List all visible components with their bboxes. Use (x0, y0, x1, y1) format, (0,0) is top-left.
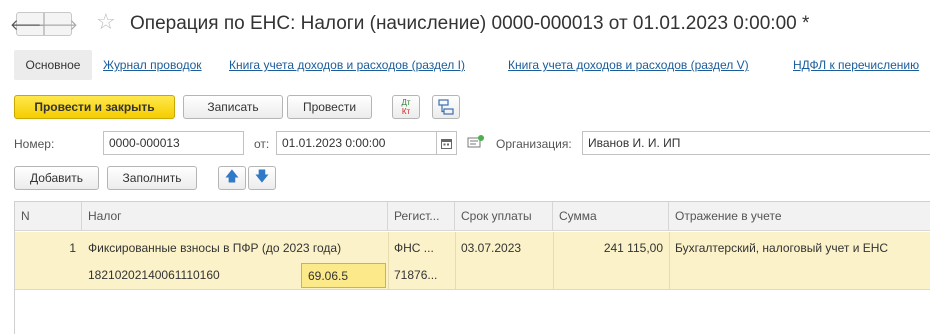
tab-main[interactable]: Основное (14, 50, 92, 80)
add-row-button[interactable]: Добавить (14, 166, 99, 190)
col-header-amount[interactable]: Сумма (553, 202, 669, 231)
calendar-button[interactable] (437, 131, 457, 155)
col-header-due-date[interactable]: Срок уплаты (455, 202, 553, 231)
fill-button[interactable]: Заполнить (107, 166, 197, 190)
dt-kt-icon: Дт Кт (401, 98, 411, 116)
tab-link-book-section-1[interactable]: Книга учета доходов и расходов (раздел I… (229, 58, 465, 72)
col-header-tax[interactable]: Налог (82, 202, 388, 231)
post-button[interactable]: Провести (287, 95, 372, 119)
row-kbk[interactable]: 18210202140061110160 (82, 263, 292, 289)
document-title: Операция по ЕНС: Налоги (начисление) 000… (130, 13, 810, 34)
tab-link-journal[interactable]: Журнал проводок (103, 58, 202, 72)
number-label: Номер: (14, 137, 55, 151)
organization-label: Организация: (496, 137, 572, 151)
row-registrator[interactable]: ФНС ... (388, 236, 455, 262)
number-field[interactable]: 0000-000013 (103, 131, 244, 155)
date-label: от: (254, 137, 270, 151)
table-header: N Налог Регист... Срок уплаты Сумма Отра… (15, 202, 930, 231)
save-button[interactable]: Записать (183, 95, 283, 119)
tab-link-book-section-5[interactable]: Книга учета доходов и расходов (раздел V… (508, 58, 749, 72)
arrow-right-icon: 🡒 (37, 16, 79, 34)
col-header-n[interactable]: N (15, 202, 82, 231)
row-due-date[interactable]: 03.07.2023 (455, 236, 553, 262)
calendar-icon (441, 138, 452, 149)
forward-button[interactable]: 🡒 (38, 12, 78, 36)
move-down-button[interactable]: 🡇 (248, 166, 276, 190)
row-number: 1 (69, 241, 76, 255)
row-registrator-code[interactable]: 71876... (388, 263, 455, 289)
col-header-reflection[interactable]: Отражение в учете (669, 202, 930, 231)
structure-button[interactable] (432, 95, 460, 119)
arrow-down-icon: 🡇 (254, 168, 270, 184)
arrow-up-icon: 🡅 (224, 168, 240, 184)
row-reflection[interactable]: Бухгалтерский, налоговый учет и ЕНС (669, 236, 930, 262)
row-amount[interactable]: 241 115,00 (553, 236, 669, 262)
move-up-button[interactable]: 🡅 (218, 166, 246, 190)
post-and-close-button[interactable]: Провести и закрыть (14, 95, 175, 119)
row-account-input[interactable]: 69.06.5 (301, 263, 386, 288)
document-structure-icon (438, 99, 454, 115)
taxes-table: N Налог Регист... Срок уплаты Сумма Отра… (14, 201, 930, 334)
tab-link-ndfl[interactable]: НДФЛ к перечислению (793, 58, 919, 72)
dt-kt-button[interactable]: Дт Кт (392, 95, 420, 119)
col-header-registrator[interactable]: Регист... (388, 202, 455, 231)
date-field[interactable]: 01.01.2023 0:00:00 (276, 131, 437, 155)
favorite-star-icon[interactable]: ☆ (96, 9, 116, 35)
row-tax-name[interactable]: Фиксированные взносы в ПФР (до 2023 года… (82, 236, 388, 262)
org-history-icon[interactable] (467, 134, 485, 153)
organization-field[interactable]: Иванов И. И. ИП (582, 131, 930, 155)
